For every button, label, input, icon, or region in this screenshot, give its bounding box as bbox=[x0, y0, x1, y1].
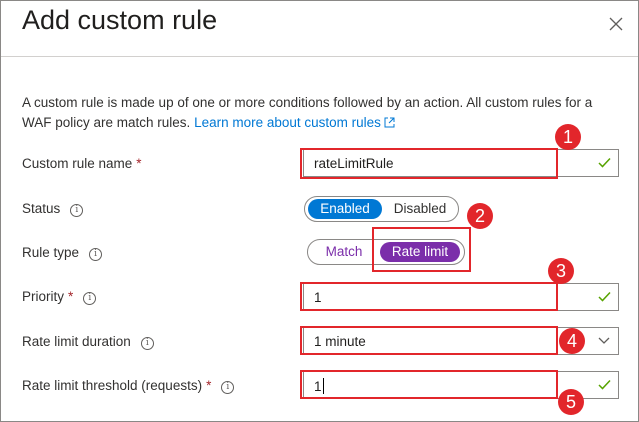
callout-badge-4: 4 bbox=[559, 328, 585, 354]
callout-badge-5: 5 bbox=[558, 389, 584, 415]
checkmark-icon bbox=[598, 379, 611, 390]
callout-badge-2: 2 bbox=[467, 203, 493, 229]
learn-more-link[interactable]: Learn more about custom rules bbox=[194, 115, 395, 130]
duration-label: Rate limit duration i bbox=[22, 334, 154, 350]
rule-name-label: Custom rule name * bbox=[22, 156, 142, 171]
rule-type-option-rate-limit[interactable]: Rate limit bbox=[380, 242, 460, 262]
info-icon[interactable]: i bbox=[89, 248, 103, 261]
priority-input[interactable]: 1 bbox=[303, 283, 619, 311]
required-marker: * bbox=[136, 156, 142, 171]
duration-value: 1 minute bbox=[314, 334, 366, 349]
status-option-disabled[interactable]: Disabled bbox=[385, 199, 455, 219]
description: A custom rule is made up of one or more … bbox=[22, 93, 612, 133]
threshold-label: Rate limit threshold (requests) * i bbox=[22, 378, 235, 394]
custom-rule-panel: Add custom rule A custom rule is made up… bbox=[0, 0, 639, 422]
callout-badge-1: 1 bbox=[555, 124, 581, 150]
required-marker: * bbox=[206, 378, 212, 393]
chevron-down-icon bbox=[598, 337, 610, 344]
status-toggle[interactable]: Enabled Disabled bbox=[304, 196, 459, 222]
priority-label: Priority * i bbox=[22, 289, 97, 305]
checkmark-icon bbox=[598, 157, 611, 168]
text-caret bbox=[322, 378, 324, 394]
required-marker: * bbox=[68, 289, 74, 304]
info-icon[interactable]: i bbox=[140, 337, 154, 350]
info-icon[interactable]: i bbox=[83, 292, 97, 305]
rule-name-value: rateLimitRule bbox=[314, 156, 394, 171]
checkmark-icon bbox=[598, 291, 611, 302]
status-option-enabled[interactable]: Enabled bbox=[308, 199, 382, 219]
external-link-icon bbox=[384, 117, 395, 128]
rule-type-option-match[interactable]: Match bbox=[313, 242, 375, 262]
rule-type-label: Rule type i bbox=[22, 245, 103, 261]
info-icon[interactable]: i bbox=[70, 204, 84, 217]
threshold-value: 1 bbox=[314, 379, 322, 394]
panel-title: Add custom rule bbox=[22, 5, 218, 35]
title-divider bbox=[1, 56, 638, 57]
close-icon[interactable] bbox=[607, 15, 625, 33]
status-label: Status i bbox=[22, 201, 84, 217]
priority-value: 1 bbox=[314, 290, 322, 305]
callout-badge-3: 3 bbox=[548, 258, 574, 284]
rule-name-input[interactable]: rateLimitRule bbox=[303, 149, 619, 177]
info-icon[interactable]: i bbox=[221, 381, 235, 394]
rule-type-toggle[interactable]: Match Rate limit bbox=[307, 239, 465, 265]
